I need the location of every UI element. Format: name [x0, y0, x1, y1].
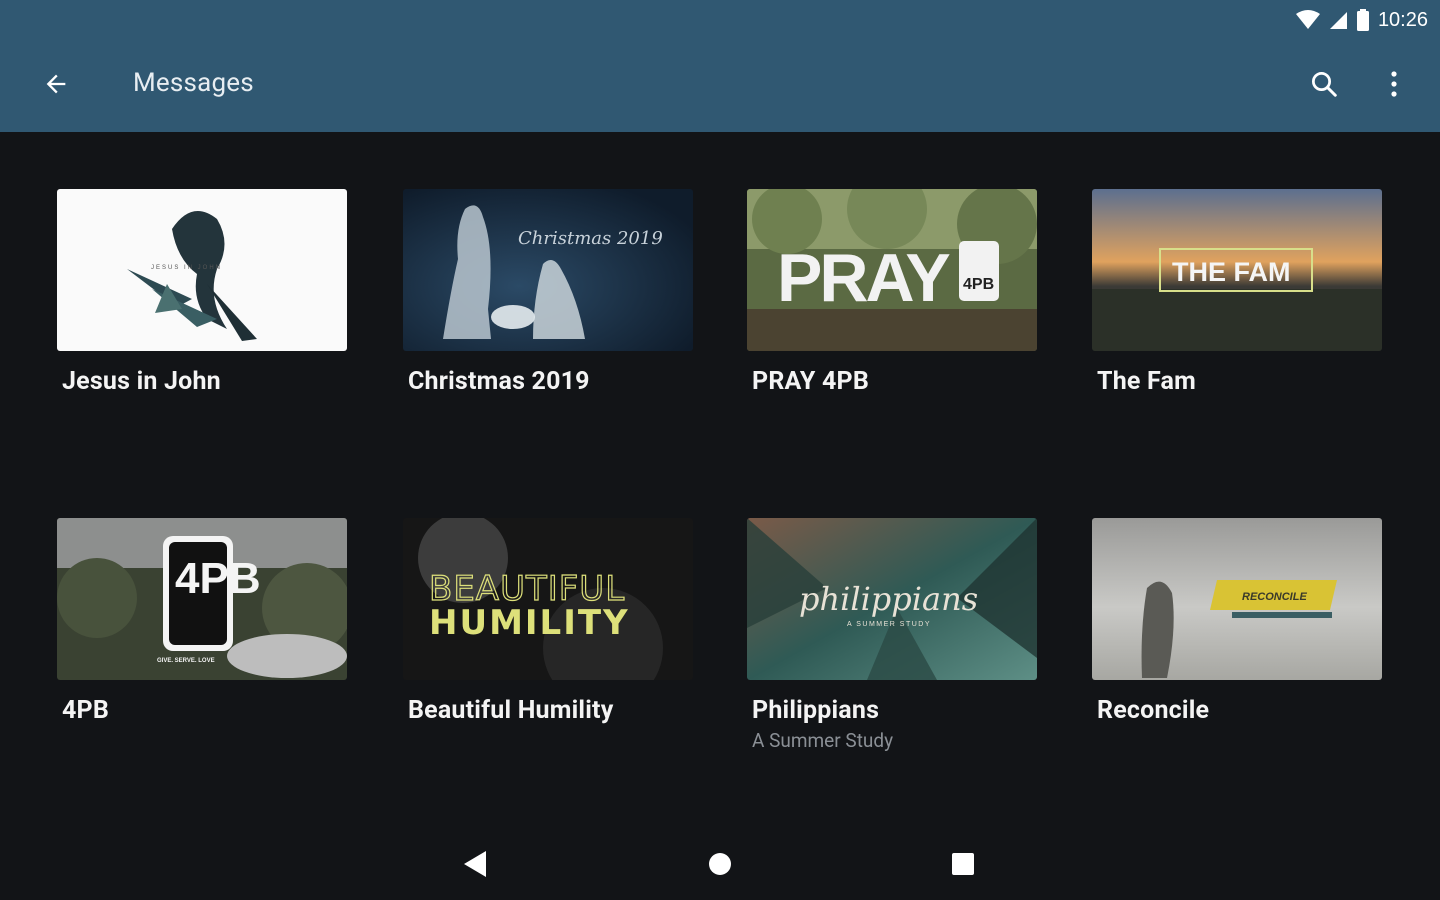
series-title: Reconcile — [1097, 696, 1210, 725]
series-card-the-fam[interactable]: THE FAM The Fam — [1092, 189, 1382, 396]
home-circle-icon — [708, 852, 732, 880]
thumb-text: THE FAM — [1172, 257, 1291, 287]
status-time: 10:26 — [1377, 8, 1428, 31]
thumb-text-2: HUMILITY — [429, 603, 630, 643]
thumb-text: Christmas 2019 — [518, 228, 663, 249]
toolbar: Messages — [0, 52, 1440, 118]
series-subtitle: A Summer Study — [752, 729, 894, 752]
series-thumbnail: BEAUTIFUL HUMILITY — [403, 518, 693, 680]
arrow-back-icon — [42, 70, 70, 102]
series-card-pray-4pb[interactable]: PRAY 4PB PRAY 4PB — [747, 189, 1037, 396]
series-card-beautiful-humility[interactable]: BEAUTIFUL HUMILITY Beautiful Humility — [403, 518, 693, 725]
thumb-text: philippians — [799, 580, 978, 618]
app-bar: 10:26 Messages — [0, 0, 1440, 132]
more-options-button[interactable] — [1368, 60, 1420, 112]
status-bar: 10:26 — [1295, 6, 1428, 34]
series-title: Philippians — [752, 696, 880, 725]
thumb-text-2: A SUMMER STUDY — [847, 621, 931, 628]
series-card-philippians[interactable]: philippians A SUMMER STUDY Philippians A… — [747, 518, 1037, 752]
series-thumbnail: philippians A SUMMER STUDY — [747, 518, 1037, 680]
thumb-badge: 4PB — [175, 554, 261, 603]
series-card-reconcile[interactable]: RECONCILE Reconcile — [1092, 518, 1382, 725]
series-title: 4PB — [62, 696, 110, 725]
more-vert-icon — [1390, 70, 1398, 102]
nav-home-button[interactable] — [698, 844, 742, 888]
series-thumbnail: THE FAM — [1092, 189, 1382, 351]
series-thumbnail: 4PB GIVE. SERVE. LOVE — [57, 518, 347, 680]
thumb-text: PRAY — [777, 240, 950, 316]
thumb-text: JESUS IN JOHN — [151, 265, 222, 271]
recents-square-icon — [951, 852, 975, 880]
series-thumbnail: RECONCILE — [1092, 518, 1382, 680]
nav-back-button[interactable] — [454, 844, 498, 888]
series-card-christmas-2019[interactable]: Christmas 2019 Christmas 2019 — [403, 189, 693, 396]
series-card-jesus-in-john[interactable]: JESUS IN JOHN Jesus in John — [57, 189, 347, 396]
back-button[interactable] — [30, 60, 82, 112]
series-title: Christmas 2019 — [408, 367, 590, 396]
series-title: Jesus in John — [62, 367, 221, 396]
series-thumbnail: Christmas 2019 — [403, 189, 693, 351]
series-title: The Fam — [1097, 367, 1196, 396]
page-title: Messages — [133, 68, 254, 98]
series-title: Beautiful Humility — [408, 696, 614, 725]
series-card-4pb[interactable]: 4PB GIVE. SERVE. LOVE 4PB — [57, 518, 347, 725]
battery-icon — [1356, 9, 1370, 31]
system-nav-bar — [0, 830, 1440, 900]
wifi-icon — [1295, 10, 1320, 30]
search-icon — [1309, 69, 1339, 103]
nav-recents-button[interactable] — [941, 844, 985, 888]
search-button[interactable] — [1298, 60, 1350, 112]
series-thumbnail: PRAY 4PB — [747, 189, 1037, 351]
thumb-text: RECONCILE — [1242, 591, 1307, 603]
cell-signal-icon — [1328, 10, 1348, 30]
thumb-text: GIVE. SERVE. LOVE — [157, 658, 215, 664]
series-thumbnail: JESUS IN JOHN — [57, 189, 347, 351]
series-title: PRAY 4PB — [752, 367, 870, 396]
thumb-badge: 4PB — [963, 276, 994, 293]
back-triangle-icon — [464, 851, 488, 881]
